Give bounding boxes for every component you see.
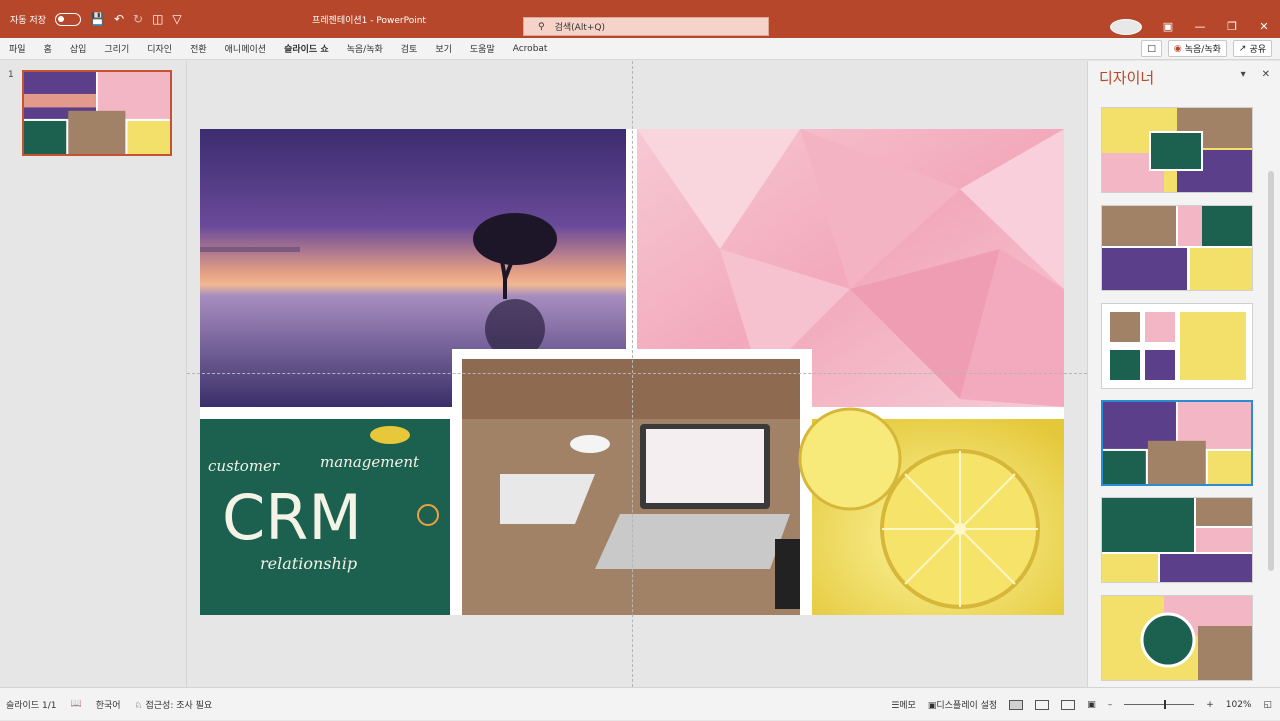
design-idea-5[interactable] — [1101, 497, 1253, 583]
comment-icon: □ — [1147, 43, 1156, 54]
slide-number: 1 — [8, 70, 14, 80]
ribbon-display-icon[interactable]: ▣ — [1152, 20, 1184, 33]
zoom-out-icon[interactable]: – — [1108, 700, 1113, 710]
crm-relationship-text: relationship — [260, 554, 357, 573]
design-idea-4-preview — [1103, 402, 1251, 484]
vertical-smart-guide — [632, 61, 633, 687]
normal-view-icon[interactable] — [1009, 699, 1024, 710]
share-label: 공유 — [1249, 45, 1266, 55]
design-idea-3-preview — [1102, 304, 1252, 388]
tab-animations[interactable]: 애니메이션 — [216, 42, 275, 55]
design-idea-2[interactable] — [1101, 205, 1253, 291]
tab-design[interactable]: 디자인 — [138, 42, 181, 55]
tab-file[interactable]: 파일 — [0, 42, 35, 55]
fit-to-window-icon[interactable]: ◱ — [1263, 700, 1272, 710]
slide-thumbnail-pane: 1 — [0, 61, 187, 687]
design-idea-1-preview — [1102, 108, 1252, 192]
design-idea-2-preview — [1102, 206, 1252, 290]
notes-button[interactable]: ☰메모 — [891, 698, 916, 711]
customize-icon[interactable]: ▽ — [172, 13, 181, 25]
record-label: 녹음/녹화 — [1184, 45, 1221, 55]
slide-info: 슬라이드 1/1 — [6, 700, 57, 711]
tab-record[interactable]: 녹음/녹화 — [338, 42, 392, 55]
lemon-slices-image[interactable] — [798, 407, 1064, 615]
close-icon[interactable]: ✕ — [1262, 69, 1270, 80]
zoom-slider[interactable] — [1124, 700, 1195, 709]
quick-access-toolbar: 자동 저장 💾 ↶ ↻ ◫ ▽ — [0, 12, 182, 26]
tab-help[interactable]: 도움말 — [461, 42, 504, 55]
present-icon[interactable]: ◫ — [152, 13, 163, 25]
designer-title: 디자이너 — [1099, 69, 1155, 87]
ribbon-actions: □ ◉ 녹음/녹화 ↗ 공유 — [1141, 40, 1272, 57]
zoom-level[interactable]: 102% — [1226, 700, 1252, 710]
zoom-in-icon[interactable]: + — [1206, 700, 1214, 710]
search-box[interactable]: ⚲ 검색(Alt+Q) — [523, 17, 769, 36]
minimize-icon[interactable]: — — [1184, 20, 1216, 33]
comments-button[interactable]: □ — [1141, 40, 1162, 57]
undo-icon[interactable]: ↶ — [114, 13, 124, 25]
design-idea-6-preview — [1102, 596, 1252, 680]
search-icon: ⚲ — [538, 21, 545, 32]
status-bar: 슬라이드 1/1 📖 한국어 ♘ 접근성: 조사 필요 ☰메모 ▣디스플레이 설… — [0, 687, 1280, 720]
title-bar: 자동 저장 💾 ↶ ↻ ◫ ▽ 프레젠테이션1 - PowerPoint ⚲ 검… — [0, 0, 1280, 38]
spellcheck-icon[interactable]: 📖 — [70, 699, 81, 709]
designer-scrollbar-thumb[interactable] — [1268, 171, 1274, 571]
record-button[interactable]: ◉ 녹음/녹화 — [1167, 40, 1227, 57]
accessibility-icon: ♘ — [134, 700, 143, 711]
slide-thumbnail[interactable] — [22, 70, 172, 156]
design-idea-6[interactable] — [1101, 595, 1253, 681]
share-button[interactable]: ↗ 공유 — [1232, 40, 1272, 57]
crm-chalkboard-image[interactable]: customer management CRM relationship — [200, 419, 450, 615]
autosave-toggle[interactable] — [54, 12, 81, 26]
designer-pane: 디자이너 ▾ ✕ — [1087, 61, 1280, 687]
slide-sorter-icon[interactable] — [1035, 699, 1050, 710]
autosave-label: 자동 저장 — [10, 15, 46, 26]
crm-title-text: CRM — [222, 481, 362, 554]
horizontal-smart-guide — [187, 373, 1087, 374]
tab-slideshow[interactable]: 슬라이드 쇼 — [275, 42, 338, 55]
account-avatar[interactable] — [1110, 18, 1142, 35]
ribbon-tabs: 파일 홈 삽입 그리기 디자인 전환 애니메이션 슬라이드 쇼 녹음/녹화 검토… — [0, 38, 1280, 60]
designer-scrollbar[interactable] — [1267, 91, 1275, 683]
crm-customer-text: customer — [208, 457, 280, 475]
tab-insert[interactable]: 삽입 — [61, 42, 96, 55]
chevron-down-icon[interactable]: ▾ — [1241, 69, 1246, 80]
notes-label: 메모 — [899, 701, 916, 711]
search-placeholder: 검색(Alt+Q) — [554, 23, 605, 33]
close-icon[interactable]: ✕ — [1248, 20, 1280, 33]
crm-management-text: management — [320, 453, 420, 471]
design-idea-4-selected[interactable] — [1101, 400, 1253, 486]
tab-transitions[interactable]: 전환 — [181, 42, 216, 55]
save-icon[interactable]: 💾 — [90, 13, 105, 25]
window-controls: ▣ — ❐ ✕ — [1110, 17, 1280, 36]
accessibility-label: 접근성: 조사 필요 — [145, 700, 213, 711]
reading-view-icon[interactable] — [1061, 699, 1076, 710]
display-settings-button[interactable]: ▣디스플레이 설정 — [928, 698, 997, 711]
display-settings-label: 디스플레이 설정 — [936, 701, 998, 711]
slideshow-icon[interactable]: ▣ — [1087, 700, 1096, 710]
design-idea-1[interactable] — [1101, 107, 1253, 193]
restore-icon[interactable]: ❐ — [1216, 20, 1248, 33]
tab-draw[interactable]: 그리기 — [95, 42, 138, 55]
design-idea-5-preview — [1102, 498, 1252, 582]
tab-view[interactable]: 보기 — [426, 42, 461, 55]
design-idea-3[interactable] — [1101, 303, 1253, 389]
language-label[interactable]: 한국어 — [96, 698, 121, 711]
tab-acrobat[interactable]: Acrobat — [504, 44, 557, 54]
tab-home[interactable]: 홈 — [35, 42, 61, 55]
document-title: 프레젠테이션1 - PowerPoint — [312, 15, 426, 26]
share-icon: ↗ — [1238, 43, 1247, 54]
redo-icon[interactable]: ↻ — [133, 13, 143, 25]
accessibility-status[interactable]: ♘ 접근성: 조사 필요 — [135, 698, 213, 711]
designer-controls: ▾ ✕ — [1241, 69, 1270, 80]
record-icon: ◉ — [1173, 43, 1182, 54]
slide-thumbnail-preview — [24, 72, 170, 154]
tab-review[interactable]: 검토 — [392, 42, 427, 55]
